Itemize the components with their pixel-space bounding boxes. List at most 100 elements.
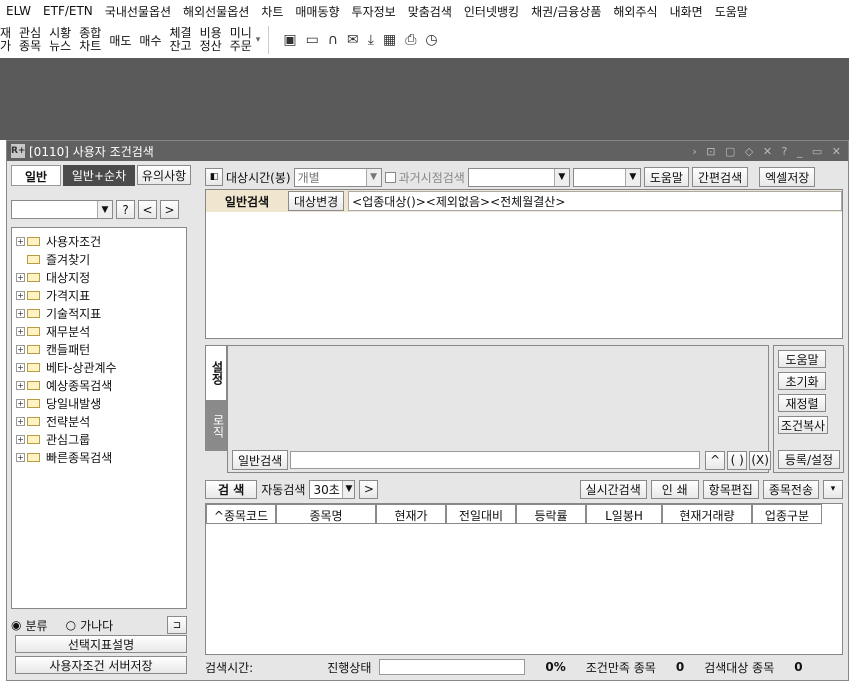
toolbar-buy[interactable]: 매수 [135,32,165,49]
tree-item[interactable]: + 캔들패턴 [16,340,182,358]
paren-button[interactable]: ( ) [727,450,748,470]
expand-icon[interactable]: + [16,290,25,300]
register-button[interactable]: 등록/설정 [778,450,840,469]
menu-item[interactable]: 도움말 [709,3,754,20]
help-button[interactable]: 도움말 [643,167,689,187]
menu-item[interactable]: 맞춤검색 [402,3,458,20]
menu-item[interactable]: 투자정보 [346,3,402,20]
tree-item[interactable]: + 대상지정 [16,268,182,286]
general-search-tab[interactable]: 일반검색 [206,193,288,210]
panel-toggle-icon[interactable]: ◧ [205,168,223,186]
expand-icon[interactable]: + [16,362,25,372]
tree-item[interactable]: + 빠른종목검색 [16,448,182,466]
settings-help-button[interactable]: 도움말 [778,350,826,368]
window-controls[interactable]: › ⊡ ▢ ◇ ✕ ? _ ▭ ✕ [692,145,848,158]
toolbar-balance[interactable]: 체결 잔고 [166,27,196,53]
menu-item[interactable]: 매매동향 [289,3,345,20]
tab-settings[interactable]: 설정 [205,345,227,401]
expand-icon[interactable]: + [16,272,25,282]
menu-item[interactable]: 국내선물옵션 [99,3,177,20]
column-header[interactable]: 현재거래량 [662,504,752,524]
column-header[interactable]: 등락률 [516,504,586,524]
tree-item[interactable]: + 기술적지표 [16,304,182,322]
change-target-button[interactable]: 대상변경 [288,191,345,211]
target-time-select[interactable]: 개별 ▼ [293,167,382,187]
indicator-description-button[interactable]: 선택지표설명 [15,635,187,653]
tab-logic[interactable]: 로직 [205,401,227,451]
expand-down-icon[interactable]: ▾ [823,479,843,499]
monitor-icon[interactable]: ▣ [283,32,296,48]
toolbar-watchlist[interactable]: 관심 종목 [15,27,45,53]
tab-general-sequential[interactable]: 일반+순차 [63,165,135,186]
tab-general[interactable]: 일반 [11,165,61,186]
excel-save-button[interactable]: 엑셀저장 [759,167,816,187]
server-save-button[interactable]: 사용자조건 서버저장 [15,656,187,674]
auto-interval-select[interactable]: 30초 ▼ [309,479,356,499]
simple-search-button[interactable]: 간편검색 [691,167,749,187]
next-button[interactable]: > [160,200,179,219]
column-header[interactable]: 업종구분 [752,504,822,524]
expand-icon[interactable]: + [16,326,25,336]
menu-item[interactable]: 해외주식 [607,3,663,20]
clock-icon[interactable]: ◷ [425,32,437,48]
tree-item[interactable]: + 재무분석 [16,322,182,340]
column-header[interactable]: L일봉H [586,504,662,524]
expand-icon[interactable]: + [16,398,25,408]
expand-icon[interactable]: + [16,452,25,462]
exclude-button[interactable]: (X) [749,450,772,470]
toolbar-current-price[interactable]: 재 가 [0,27,15,53]
radio-alphabetical[interactable]: ○ [66,618,76,632]
print-icon[interactable]: ⎙ [405,32,416,48]
column-header[interactable]: ^종목코드 [206,504,276,524]
reset-button[interactable]: 초기화 [778,372,826,390]
condition-combo[interactable]: ▼ [11,200,113,219]
dropdown-icon[interactable]: ▾ [256,35,261,45]
general-search-button[interactable]: 일반검색 [232,450,289,470]
toolbar-mini-order[interactable]: 미니 주문 [226,27,256,53]
collapse-icon[interactable]: ⊐ [167,616,187,634]
screen-icon[interactable]: ▭ [306,32,319,48]
column-header[interactable]: 종목명 [276,504,376,524]
play-button[interactable]: > [359,479,379,499]
copy-condition-button[interactable]: 조건복사 [778,416,828,434]
send-items-button[interactable]: 종목전송 [762,479,819,499]
realtime-search-button[interactable]: 실시간검색 [579,479,647,499]
tree-item[interactable]: + 당일내발생 [16,394,182,412]
menu-item[interactable]: ETF/ETN [37,4,99,18]
column-header[interactable]: 전일대비 [446,504,516,524]
tree-item[interactable]: + 전략분석 [16,412,182,430]
past-time-select[interactable]: ▼ [572,167,641,187]
logic-expression-input[interactable] [290,451,701,469]
tree-item[interactable]: + 관심그룹 [16,430,182,448]
up-button[interactable]: ^ [705,450,726,470]
notice-button[interactable]: 유의사항 [137,165,191,185]
tree-item[interactable]: + 가격지표 [16,286,182,304]
toolbar-settlement[interactable]: 비용 정산 [196,27,226,53]
search-button[interactable]: 검 색 [205,479,258,499]
menu-item[interactable]: 차트 [255,3,289,20]
help-question-button[interactable]: ? [116,200,135,219]
reorder-button[interactable]: 재정렬 [778,394,826,412]
prev-button[interactable]: < [138,200,157,219]
expand-icon[interactable]: + [16,236,25,246]
past-search-checkbox[interactable] [384,171,396,183]
print-button[interactable]: 인 쇄 [650,479,699,499]
expand-icon[interactable]: + [16,344,25,354]
expand-icon[interactable]: + [16,434,25,444]
radio-category[interactable]: ◉ [11,618,21,632]
toolbar-news[interactable]: 시황 뉴스 [45,27,75,53]
tree-item[interactable]: + 베타-상관계수 [16,358,182,376]
menu-item[interactable]: 내화면 [664,3,709,20]
expand-icon[interactable]: + [16,416,25,426]
tree-item[interactable]: + 사용자조건 [16,232,182,250]
menu-item[interactable]: 채권/금융상품 [525,3,607,20]
mail-icon[interactable]: ✉ [347,32,359,48]
menu-item[interactable]: 해외선물옵션 [177,3,255,20]
expand-icon[interactable]: + [16,308,25,318]
menu-item[interactable]: 인터넷뱅킹 [458,3,525,20]
headset-icon[interactable]: ∩ [328,32,338,48]
past-date-select[interactable]: ▼ [467,167,570,187]
calculator-icon[interactable]: ▦ [383,32,396,48]
window-titlebar[interactable]: R+ [0110] 사용자 조건검색 › ⊡ ▢ ◇ ✕ ? _ ▭ ✕ [7,141,848,161]
edit-columns-button[interactable]: 항목편집 [702,479,759,499]
